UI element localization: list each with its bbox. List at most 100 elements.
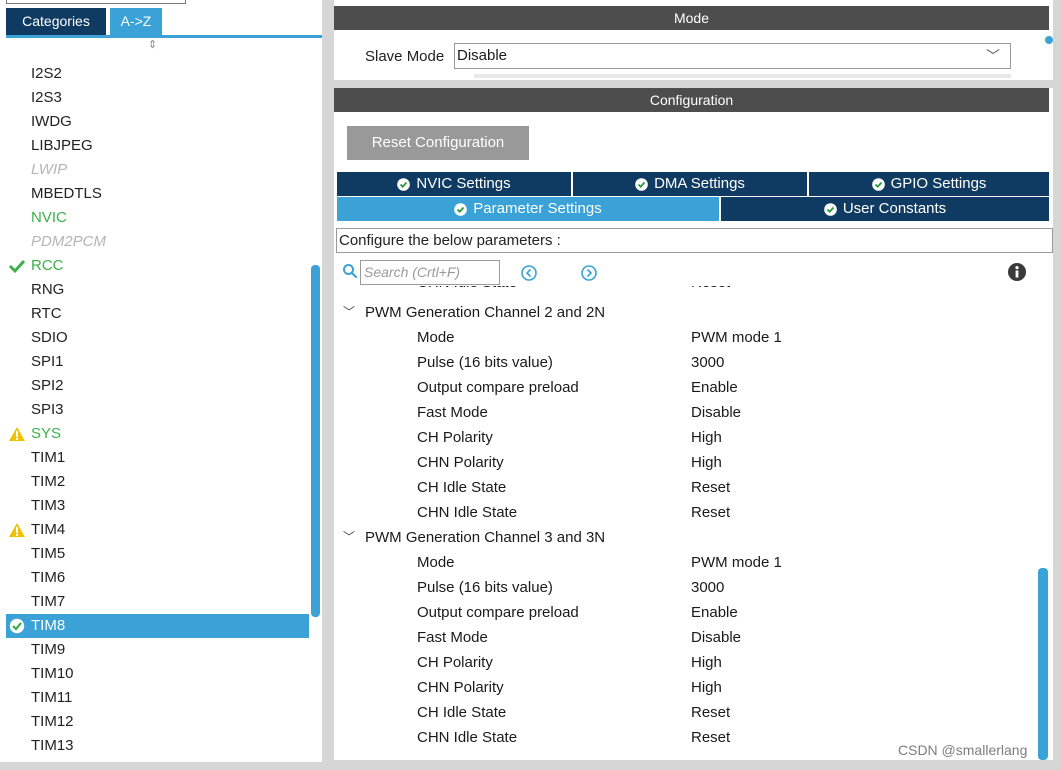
parameter-row[interactable]: Output compare preload Enable bbox=[334, 375, 1039, 400]
peripheral-item-label: TIM7 bbox=[31, 593, 66, 610]
peripheral-scrollbar-thumb[interactable] bbox=[311, 265, 320, 617]
parameter-value[interactable]: Enable bbox=[691, 375, 738, 400]
mode-scrollbar-thumb[interactable] bbox=[1045, 36, 1053, 44]
parameter-row[interactable]: CHN Idle State Reset bbox=[334, 500, 1039, 525]
sort-icon[interactable]: ⇕ bbox=[148, 40, 157, 51]
previous-match-icon[interactable] bbox=[520, 264, 538, 282]
slave-mode-select[interactable]: Disable ﹀ bbox=[454, 43, 1011, 69]
peripheral-item-label: NVIC bbox=[31, 209, 67, 226]
parameter-row[interactable]: Fast Mode Disable bbox=[334, 625, 1039, 650]
parameter-row[interactable]: Output compare preload Enable bbox=[334, 600, 1039, 625]
peripheral-item[interactable]: TIM6 bbox=[6, 566, 309, 590]
peripheral-item-label: SDIO bbox=[31, 329, 68, 346]
tab-nvic-settings[interactable]: NVIC Settings bbox=[337, 172, 573, 196]
parameter-value[interactable]: PWM mode 1 bbox=[691, 325, 782, 350]
peripheral-item[interactable]: RTC bbox=[6, 302, 309, 326]
peripheral-item[interactable]: RNG bbox=[6, 278, 309, 302]
parameter-row[interactable]: Pulse (16 bits value) 3000 bbox=[334, 350, 1039, 375]
parameter-row[interactable]: Pulse (16 bits value) 3000 bbox=[334, 575, 1039, 600]
peripheral-item[interactable]: TIM11 bbox=[6, 686, 309, 710]
peripheral-item-label: TIM2 bbox=[31, 473, 66, 490]
check-circle-icon bbox=[454, 202, 473, 216]
peripheral-item[interactable]: TIM8 bbox=[6, 614, 309, 638]
parameter-value[interactable]: 3000 bbox=[691, 575, 724, 600]
parameter-value[interactable]: Reset bbox=[691, 500, 730, 525]
peripheral-item[interactable]: TIM3 bbox=[6, 494, 309, 518]
peripheral-item[interactable]: SPI1 bbox=[6, 350, 309, 374]
parameter-value[interactable]: Disable bbox=[691, 625, 741, 650]
parameter-value[interactable]: Reset bbox=[691, 286, 730, 290]
reset-configuration-button[interactable]: Reset Configuration bbox=[347, 126, 529, 160]
peripheral-item[interactable]: IWDG bbox=[6, 110, 309, 134]
peripheral-item-label: TIM3 bbox=[31, 497, 66, 514]
section-splitter[interactable] bbox=[334, 80, 1061, 88]
parameter-scrollbar-thumb[interactable] bbox=[1038, 568, 1048, 760]
peripheral-item[interactable]: MBEDTLS bbox=[6, 182, 309, 206]
next-match-icon[interactable] bbox=[580, 264, 598, 282]
parameter-value[interactable]: Enable bbox=[691, 600, 738, 625]
peripheral-item[interactable]: TIM12 bbox=[6, 710, 309, 734]
peripheral-item[interactable]: LIBJPEG bbox=[6, 134, 309, 158]
view-tabs: Categories A->Z bbox=[6, 8, 162, 36]
parameter-name: Pulse (16 bits value) bbox=[417, 579, 553, 596]
tab-a-to-z[interactable]: A->Z bbox=[110, 8, 162, 35]
parameter-search-input[interactable]: Search (Crtl+F) bbox=[360, 260, 500, 285]
parameter-row[interactable]: Fast Mode Disable bbox=[334, 400, 1039, 425]
parameter-row[interactable]: Mode PWM mode 1 bbox=[334, 325, 1039, 350]
peripheral-item-label: RNG bbox=[31, 281, 65, 298]
parameter-row[interactable]: CH Polarity High bbox=[334, 650, 1039, 675]
info-icon[interactable] bbox=[1007, 262, 1027, 282]
parameter-value[interactable]: High bbox=[691, 650, 722, 675]
parameter-value[interactable]: High bbox=[691, 425, 722, 450]
peripheral-item[interactable]: SYS bbox=[6, 422, 309, 446]
parameter-row[interactable]: CH Polarity High bbox=[334, 425, 1039, 450]
peripheral-item[interactable]: TIM7 bbox=[6, 590, 309, 614]
peripheral-item-label: TIM6 bbox=[31, 569, 66, 586]
peripheral-item[interactable]: TIM2 bbox=[6, 470, 309, 494]
tab-user-constants[interactable]: User Constants bbox=[721, 197, 1051, 221]
peripheral-item[interactable]: NVIC bbox=[6, 206, 309, 230]
parameter-value[interactable]: High bbox=[691, 450, 722, 475]
parameter-value[interactable]: Reset bbox=[691, 725, 730, 750]
peripheral-item[interactable]: TIM10 bbox=[6, 662, 309, 686]
peripheral-item-label: TIM12 bbox=[31, 713, 74, 730]
peripheral-search-field[interactable] bbox=[6, 0, 186, 4]
peripheral-item[interactable]: TIM4 bbox=[6, 518, 309, 542]
parameter-value[interactable]: PWM mode 1 bbox=[691, 550, 782, 575]
peripheral-item[interactable]: TIM9 bbox=[6, 638, 309, 662]
parameter-value[interactable]: Reset bbox=[691, 475, 730, 500]
parameter-value[interactable]: Disable bbox=[691, 400, 741, 425]
peripheral-item[interactable]: TIM5 bbox=[6, 542, 309, 566]
search-icon bbox=[343, 264, 358, 279]
parameter-row[interactable]: CHN Polarity High bbox=[334, 450, 1039, 475]
parameter-value[interactable]: 3000 bbox=[691, 350, 724, 375]
peripheral-item[interactable]: SPI2 bbox=[6, 374, 309, 398]
tab-label: Parameter Settings bbox=[473, 200, 602, 217]
chevron-down-icon[interactable]: ﹀ bbox=[343, 525, 355, 550]
parameter-value[interactable]: Reset bbox=[691, 700, 730, 725]
peripheral-item-label: TIM10 bbox=[31, 665, 74, 682]
peripheral-item[interactable]: I2S2 bbox=[6, 62, 309, 86]
peripheral-item[interactable]: TIM13 bbox=[6, 734, 309, 758]
tab-categories[interactable]: Categories bbox=[6, 8, 106, 35]
panel-splitter[interactable] bbox=[322, 0, 334, 770]
parameter-row[interactable]: CH Idle State Reset bbox=[334, 475, 1039, 500]
parameter-row[interactable]: CH Idle State Reset bbox=[334, 700, 1039, 725]
parameter-value[interactable]: High bbox=[691, 675, 722, 700]
parameter-group[interactable]: ﹀ PWM Generation Channel 2 and 2N bbox=[334, 300, 1039, 325]
peripheral-item[interactable]: RCC bbox=[6, 254, 309, 278]
tab-dma-settings[interactable]: DMA Settings bbox=[573, 172, 809, 196]
peripheral-item[interactable]: SDIO bbox=[6, 326, 309, 350]
parameter-group[interactable]: ﹀ PWM Generation Channel 3 and 3N bbox=[334, 525, 1039, 550]
peripheral-item-label: TIM8 bbox=[31, 617, 66, 634]
parameter-row[interactable]: CHN Polarity High bbox=[334, 675, 1039, 700]
peripheral-item[interactable]: SPI3 bbox=[6, 398, 309, 422]
parameter-row[interactable]: CHN Idle State Reset bbox=[334, 286, 1039, 300]
parameter-row[interactable]: Mode PWM mode 1 bbox=[334, 550, 1039, 575]
tab-parameter-settings[interactable]: Parameter Settings bbox=[337, 197, 721, 221]
peripheral-item[interactable]: TIM1 bbox=[6, 446, 309, 470]
chevron-down-icon[interactable]: ﹀ bbox=[343, 300, 355, 325]
peripheral-item[interactable]: I2S3 bbox=[6, 86, 309, 110]
tab-gpio-settings[interactable]: GPIO Settings bbox=[809, 172, 1051, 196]
mode-scroll-area bbox=[474, 74, 1011, 78]
